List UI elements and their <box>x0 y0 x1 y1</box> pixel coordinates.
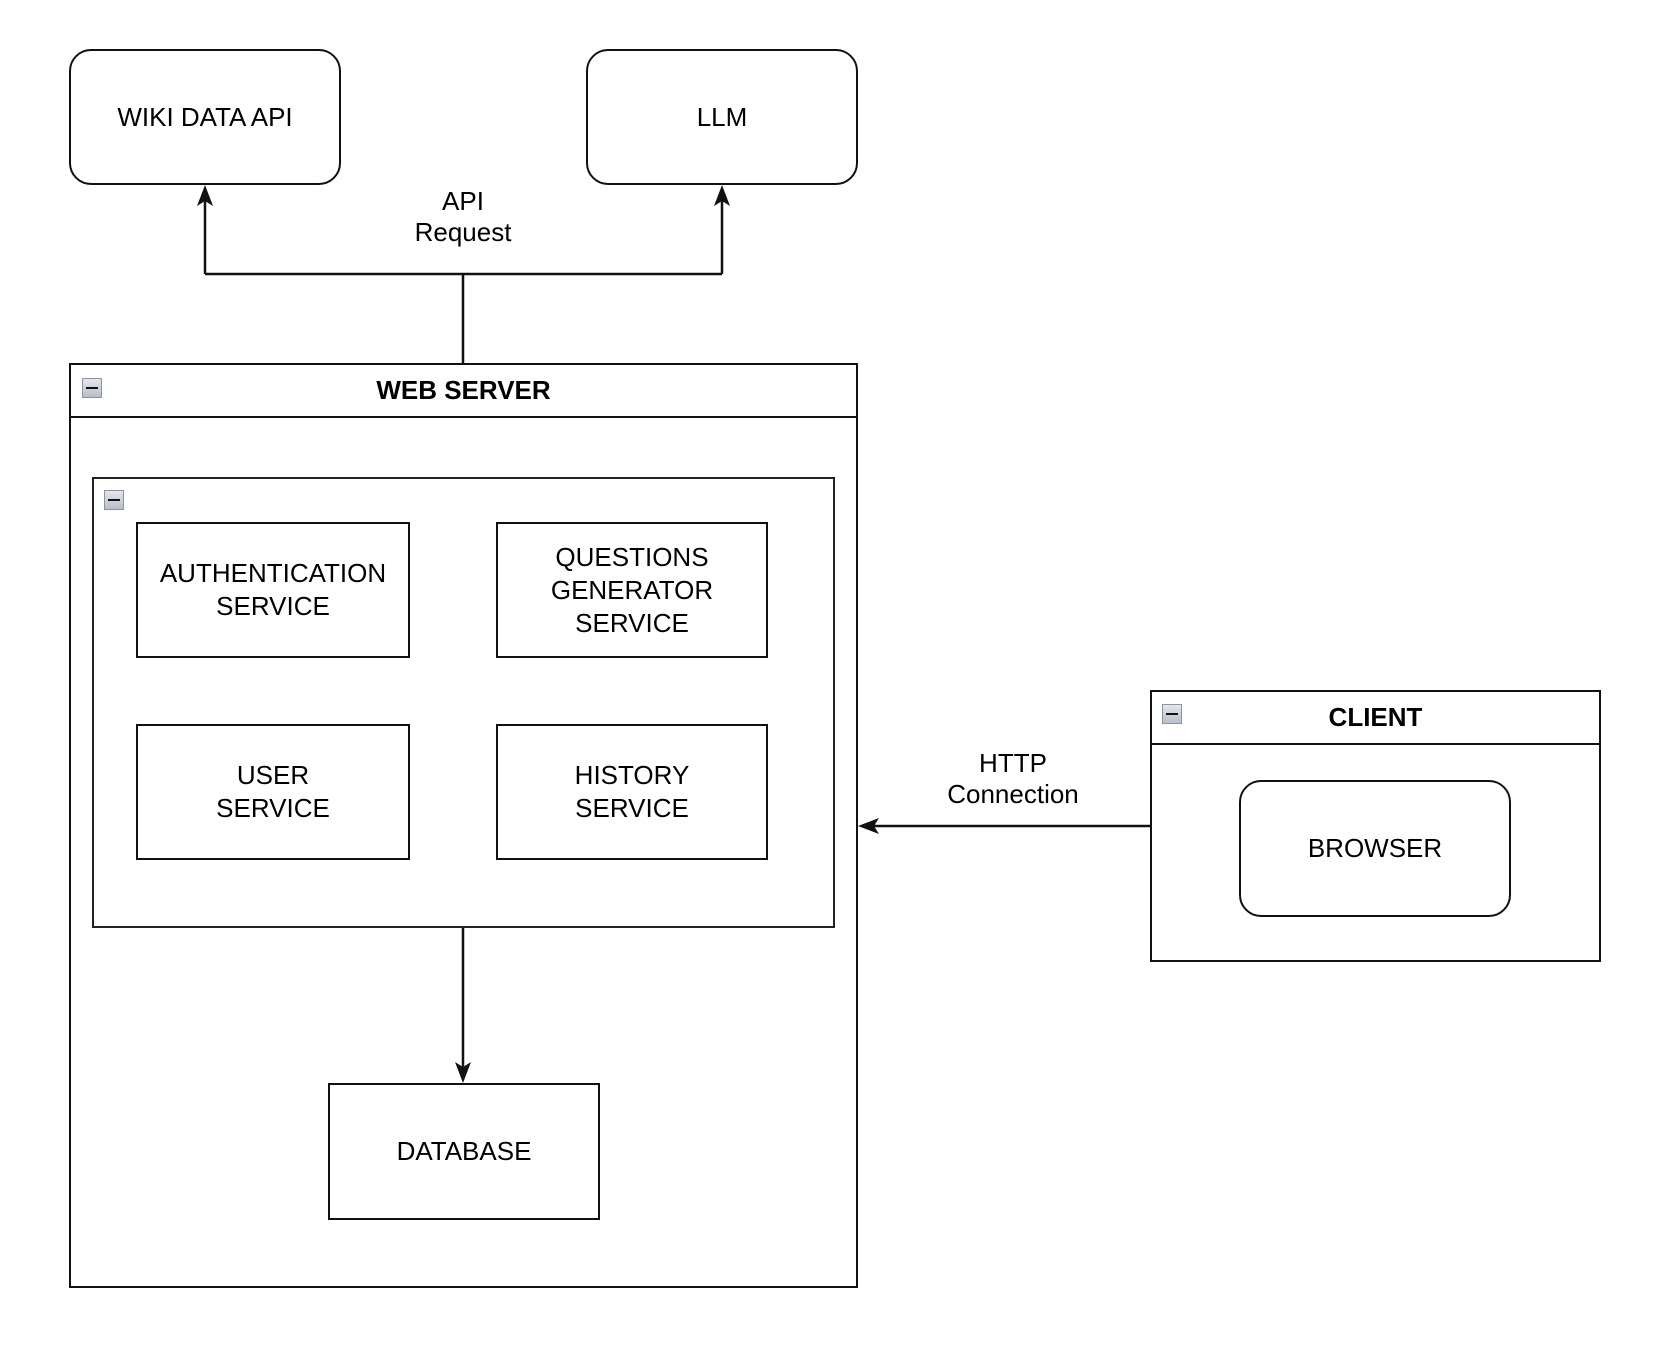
client-header: CLIENT <box>1152 692 1599 745</box>
browser-node[interactable]: BROWSER <box>1239 780 1511 917</box>
history-service-node[interactable]: HISTORY SERVICE <box>496 724 768 860</box>
arrowhead-icon <box>197 185 213 206</box>
database-node[interactable]: DATABASE <box>328 1083 600 1220</box>
authentication-service-node[interactable]: AUTHENTICATION SERVICE <box>136 522 410 658</box>
user-service-node[interactable]: USER SERVICE <box>136 724 410 860</box>
arrowhead-icon <box>714 185 730 206</box>
history-service-label: HISTORY SERVICE <box>574 760 690 823</box>
llm-label: LLM <box>696 101 748 132</box>
web-server-header: WEB SERVER <box>71 365 856 418</box>
http-connection-edge-label: HTTP Connection <box>947 748 1079 809</box>
http-connection-edge[interactable] <box>858 818 1150 834</box>
questions-generator-service-label: QUESTIONS GENERATOR SERVICE <box>550 541 714 638</box>
user-service-label: USER SERVICE <box>216 760 330 823</box>
wiki-data-api-node[interactable]: WIKI DATA API <box>69 49 341 185</box>
llm-node[interactable]: LLM <box>586 49 858 185</box>
wiki-data-api-label: WIKI DATA API <box>117 101 293 132</box>
collapse-icon[interactable] <box>1162 704 1182 724</box>
authentication-service-label: AUTHENTICATION SERVICE <box>159 558 387 621</box>
web-server-title: WEB SERVER <box>376 375 551 405</box>
collapse-icon[interactable] <box>82 378 102 398</box>
collapse-icon[interactable] <box>104 490 124 510</box>
questions-generator-service-node[interactable]: QUESTIONS GENERATOR SERVICE <box>496 522 768 658</box>
client-title: CLIENT <box>1328 702 1423 732</box>
database-label: DATABASE <box>396 1136 532 1166</box>
api-request-edge-label: API Request <box>414 186 512 247</box>
arrowhead-icon <box>858 818 879 834</box>
browser-label: BROWSER <box>1307 833 1443 863</box>
